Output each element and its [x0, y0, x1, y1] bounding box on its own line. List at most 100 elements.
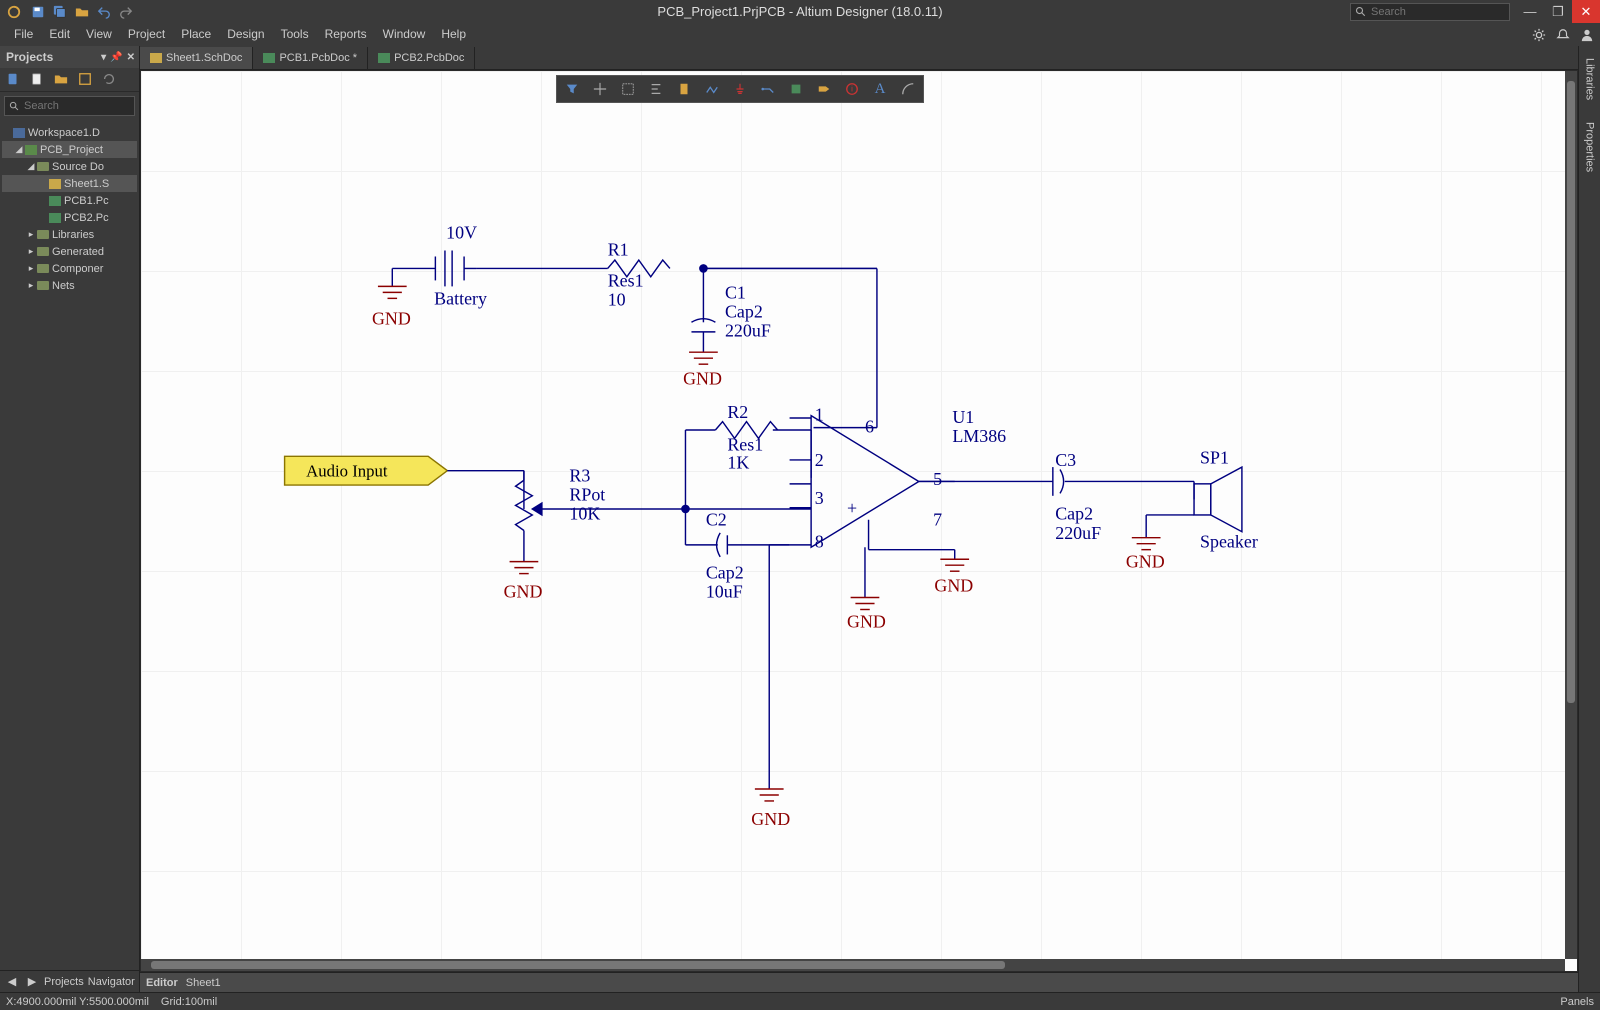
maximize-button[interactable]: ❐	[1544, 0, 1572, 23]
tree-workspace[interactable]: Workspace1.D	[2, 124, 137, 141]
folder-icon[interactable]	[54, 72, 70, 88]
svg-text:Cap2: Cap2	[725, 302, 763, 322]
move-icon[interactable]	[587, 78, 613, 100]
svg-text:R1: R1	[608, 239, 629, 259]
tree-source-docs[interactable]: ◢Source Do	[2, 158, 137, 175]
place-power-icon[interactable]	[727, 78, 753, 100]
panel-close-icon[interactable]: ✕	[127, 52, 135, 63]
tab-sheet1[interactable]: Sheet1.SchDoc	[140, 47, 253, 69]
svg-text:LM386: LM386	[952, 426, 1006, 446]
place-sheet-icon[interactable]	[783, 78, 809, 100]
new-doc-icon[interactable]	[6, 72, 22, 88]
pcb-icon	[378, 53, 390, 63]
redo-icon[interactable]	[118, 4, 134, 20]
tree-folder-components[interactable]: ▸Componer	[2, 260, 137, 277]
svg-text:Audio Input: Audio Input	[306, 462, 388, 481]
place-part-icon[interactable]	[671, 78, 697, 100]
tree-folder-libraries[interactable]: ▸Libraries	[2, 226, 137, 243]
notifications-icon[interactable]	[1556, 28, 1570, 42]
tree-file-pcb1[interactable]: PCB1.Pc	[2, 192, 137, 209]
undo-icon[interactable]	[96, 4, 112, 20]
right-tab-libraries[interactable]: Libraries	[1582, 52, 1598, 106]
window-buttons: — ❐ ✕	[1516, 0, 1600, 23]
editor-label: Editor	[146, 977, 178, 989]
global-search[interactable]	[1350, 3, 1510, 21]
tab-pcb1[interactable]: PCB1.PcbDoc *	[253, 47, 368, 69]
search-icon	[1355, 6, 1367, 18]
tab-pcb2[interactable]: PCB2.PcbDoc	[368, 47, 475, 69]
svg-text:SP1: SP1	[1200, 448, 1229, 468]
place-port-icon[interactable]	[811, 78, 837, 100]
panels-button[interactable]: Panels	[1560, 996, 1594, 1008]
panel-pin-icon[interactable]: 📌	[110, 52, 122, 63]
schematic-drawing[interactable]: 10V Battery GND R1 Res1 10 C1 Cap2 220uF…	[141, 71, 1577, 971]
projects-footer: ◀ ▶ Projects Navigator	[0, 970, 139, 992]
new-sheet-icon[interactable]	[30, 72, 46, 88]
svg-text:C3: C3	[1055, 450, 1076, 470]
right-side-panels: Libraries Properties	[1578, 46, 1600, 992]
global-search-input[interactable]	[1371, 6, 1491, 18]
footer-tab-projects[interactable]: Projects	[44, 976, 84, 988]
settings-icon[interactable]	[1532, 28, 1546, 42]
menu-edit[interactable]: Edit	[41, 23, 78, 46]
compile-icon[interactable]	[78, 72, 94, 88]
svg-text:R2: R2	[727, 402, 748, 422]
svg-text:GND: GND	[847, 611, 886, 631]
filter-icon[interactable]	[559, 78, 585, 100]
svg-text:+: +	[847, 498, 857, 518]
menu-project[interactable]: Project	[120, 23, 173, 46]
projects-tree: Workspace1.D ◢PCB_Project ◢Source Do She…	[0, 120, 139, 298]
svg-text:R3: R3	[569, 465, 590, 485]
footer-tab-navigator[interactable]: Navigator	[88, 976, 135, 988]
svg-text:GND: GND	[934, 576, 973, 596]
tree-folder-generated[interactable]: ▸Generated	[2, 243, 137, 260]
menu-file[interactable]: File	[6, 23, 41, 46]
editor-area: Sheet1.SchDoc PCB1.PcbDoc * PCB2.PcbDoc …	[140, 46, 1578, 992]
schematic-canvas[interactable]: i A	[141, 71, 1577, 971]
align-icon[interactable]	[643, 78, 669, 100]
place-net-icon[interactable]	[755, 78, 781, 100]
menu-window[interactable]: Window	[375, 23, 434, 46]
svg-text:1K: 1K	[727, 452, 749, 472]
place-wire-icon[interactable]	[699, 78, 725, 100]
menu-tools[interactable]: Tools	[273, 23, 317, 46]
open-icon[interactable]	[74, 4, 90, 20]
user-icon[interactable]	[1580, 28, 1594, 42]
menu-view[interactable]: View	[78, 23, 120, 46]
tree-project[interactable]: ◢PCB_Project	[2, 141, 137, 158]
tree-file-sheet1[interactable]: Sheet1.S	[2, 175, 137, 192]
place-noerc-icon[interactable]: i	[839, 78, 865, 100]
panel-next-icon[interactable]: ▶	[24, 975, 40, 988]
editor-info-bar: Editor Sheet1	[140, 972, 1578, 992]
svg-text:5: 5	[933, 469, 942, 489]
vertical-scrollbar[interactable]	[1565, 71, 1577, 959]
window-title: PCB_Project1.PrjPCB - Altium Designer (1…	[657, 4, 942, 19]
menu-bar: File Edit View Project Place Design Tool…	[0, 23, 1600, 46]
projects-panel: Projects ▾ 📌 ✕ Workspace1.D ◢PCB_Project…	[0, 46, 140, 992]
projects-search-input[interactable]	[24, 100, 124, 112]
menu-place[interactable]: Place	[173, 23, 219, 46]
svg-text:i: i	[851, 85, 853, 94]
place-text-icon[interactable]: A	[867, 78, 893, 100]
projects-search[interactable]	[4, 96, 135, 116]
minimize-button[interactable]: —	[1516, 0, 1544, 23]
panel-prev-icon[interactable]: ◀	[4, 975, 20, 988]
save-all-icon[interactable]	[52, 4, 68, 20]
svg-text:220uF: 220uF	[725, 321, 771, 341]
svg-text:C2: C2	[706, 510, 727, 530]
place-drawing-icon[interactable]	[895, 78, 921, 100]
panel-dropdown-icon[interactable]: ▾	[101, 52, 106, 63]
tree-folder-nets[interactable]: ▸Nets	[2, 277, 137, 294]
close-button[interactable]: ✕	[1572, 0, 1600, 23]
menu-design[interactable]: Design	[219, 23, 272, 46]
right-tab-properties[interactable]: Properties	[1582, 116, 1598, 178]
menu-help[interactable]: Help	[433, 23, 474, 46]
save-icon[interactable]	[30, 4, 46, 20]
tree-file-pcb2[interactable]: PCB2.Pc	[2, 209, 137, 226]
refresh-icon[interactable]	[102, 72, 118, 88]
projects-toolbar	[0, 68, 139, 92]
horizontal-scrollbar[interactable]	[141, 959, 1565, 971]
menu-reports[interactable]: Reports	[317, 23, 375, 46]
svg-text:Cap2: Cap2	[706, 562, 744, 582]
select-icon[interactable]	[615, 78, 641, 100]
